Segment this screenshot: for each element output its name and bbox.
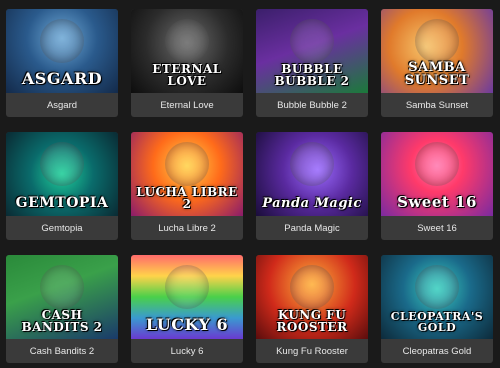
character-art (290, 142, 334, 186)
game-title: Cleopatras Gold (402, 345, 472, 357)
game-logo-text: LUCHA LIBRE 2 (136, 185, 238, 211)
game-logo-text: Sweet 16 (397, 193, 477, 211)
game-tile-samba-sunset[interactable]: SAMBA SUNSET Samba Sunset (381, 9, 493, 117)
game-logo-text: KUNG FU ROOSTER (276, 308, 348, 334)
game-tile-lucha-libre-2[interactable]: LUCHA LIBRE 2 Lucha Libre 2 (131, 132, 243, 240)
game-title: Eternal Love (160, 99, 214, 111)
character-art (415, 19, 459, 63)
game-title: Cash Bandits 2 (29, 345, 95, 357)
game-logo-text: LUCKY 6 (145, 315, 229, 334)
game-thumbnail[interactable]: SAMBA SUNSET (381, 9, 493, 93)
game-title: Bubble Bubble 2 (277, 99, 347, 111)
game-title: Sweet 16 (417, 222, 457, 234)
game-logo-text: SAMBA SUNSET (404, 60, 470, 88)
character-art (165, 142, 209, 186)
game-tile-kung-fu-rooster[interactable]: KUNG FU ROOSTER Kung Fu Rooster (256, 255, 368, 363)
rooster-art (290, 265, 334, 309)
game-logo-text: ASGARD (21, 69, 103, 88)
game-logo-text: BUBBLE BUBBLE 2 (274, 62, 350, 88)
game-thumbnail[interactable]: GEMTOPIA (6, 132, 118, 216)
game-tile-lucky-6[interactable]: LUCKY 6 Lucky 6 (131, 255, 243, 363)
game-logo-text: GEMTOPIA (15, 195, 109, 211)
character-art (290, 19, 334, 63)
game-thumbnail[interactable]: BUBBLE BUBBLE 2 (256, 9, 368, 93)
game-title: Asgard (46, 99, 78, 111)
game-tile-panda-magic[interactable]: Panda Magic Panda Magic (256, 132, 368, 240)
game-thumbnail[interactable]: KUNG FU ROOSTER (256, 255, 368, 339)
character-art (40, 265, 84, 309)
game-tile-sweet-16[interactable]: Sweet 16 Sweet 16 (381, 132, 493, 240)
game-title: Gemtopia (41, 222, 83, 234)
game-thumbnail[interactable]: LUCHA LIBRE 2 (131, 132, 243, 216)
game-title: Panda Magic (284, 222, 340, 234)
character-art (165, 19, 209, 63)
game-logo-text: ETERNAL LOVE (152, 62, 222, 88)
game-thumbnail[interactable]: Sweet 16 (381, 132, 493, 216)
game-tile-asgard[interactable]: ASGARD Asgard (6, 9, 118, 117)
game-thumbnail[interactable]: CLEOPATRA'S GOLD (381, 255, 493, 339)
gem-art (40, 142, 84, 186)
game-title: Kung Fu Rooster (276, 345, 348, 357)
game-logo-text: CASH BANDITS 2 (21, 308, 103, 334)
game-title: Lucha Libre 2 (158, 222, 216, 234)
game-grid: ASGARD Asgard ETERNAL LOVE Eternal Love … (0, 0, 500, 368)
game-tile-cash-bandits-2[interactable]: CASH BANDITS 2 Cash Bandits 2 (6, 255, 118, 363)
game-logo-text: CLEOPATRA'S GOLD (390, 310, 484, 334)
character-art (165, 265, 209, 309)
game-logo-text: Panda Magic (262, 196, 362, 211)
game-tile-gemtopia[interactable]: GEMTOPIA Gemtopia (6, 132, 118, 240)
game-tile-eternal-love[interactable]: ETERNAL LOVE Eternal Love (131, 9, 243, 117)
game-thumbnail[interactable]: CASH BANDITS 2 (6, 255, 118, 339)
character-art (415, 265, 459, 309)
game-thumbnail[interactable]: LUCKY 6 (131, 255, 243, 339)
game-title: Samba Sunset (405, 99, 469, 111)
character-art (40, 19, 84, 63)
game-title: Lucky 6 (170, 345, 204, 357)
heart-art (415, 142, 459, 186)
game-tile-cleopatras-gold[interactable]: CLEOPATRA'S GOLD Cleopatras Gold (381, 255, 493, 363)
game-thumbnail[interactable]: ASGARD (6, 9, 118, 93)
game-thumbnail[interactable]: ETERNAL LOVE (131, 9, 243, 93)
game-thumbnail[interactable]: Panda Magic (256, 132, 368, 216)
game-tile-bubble-bubble-2[interactable]: BUBBLE BUBBLE 2 Bubble Bubble 2 (256, 9, 368, 117)
